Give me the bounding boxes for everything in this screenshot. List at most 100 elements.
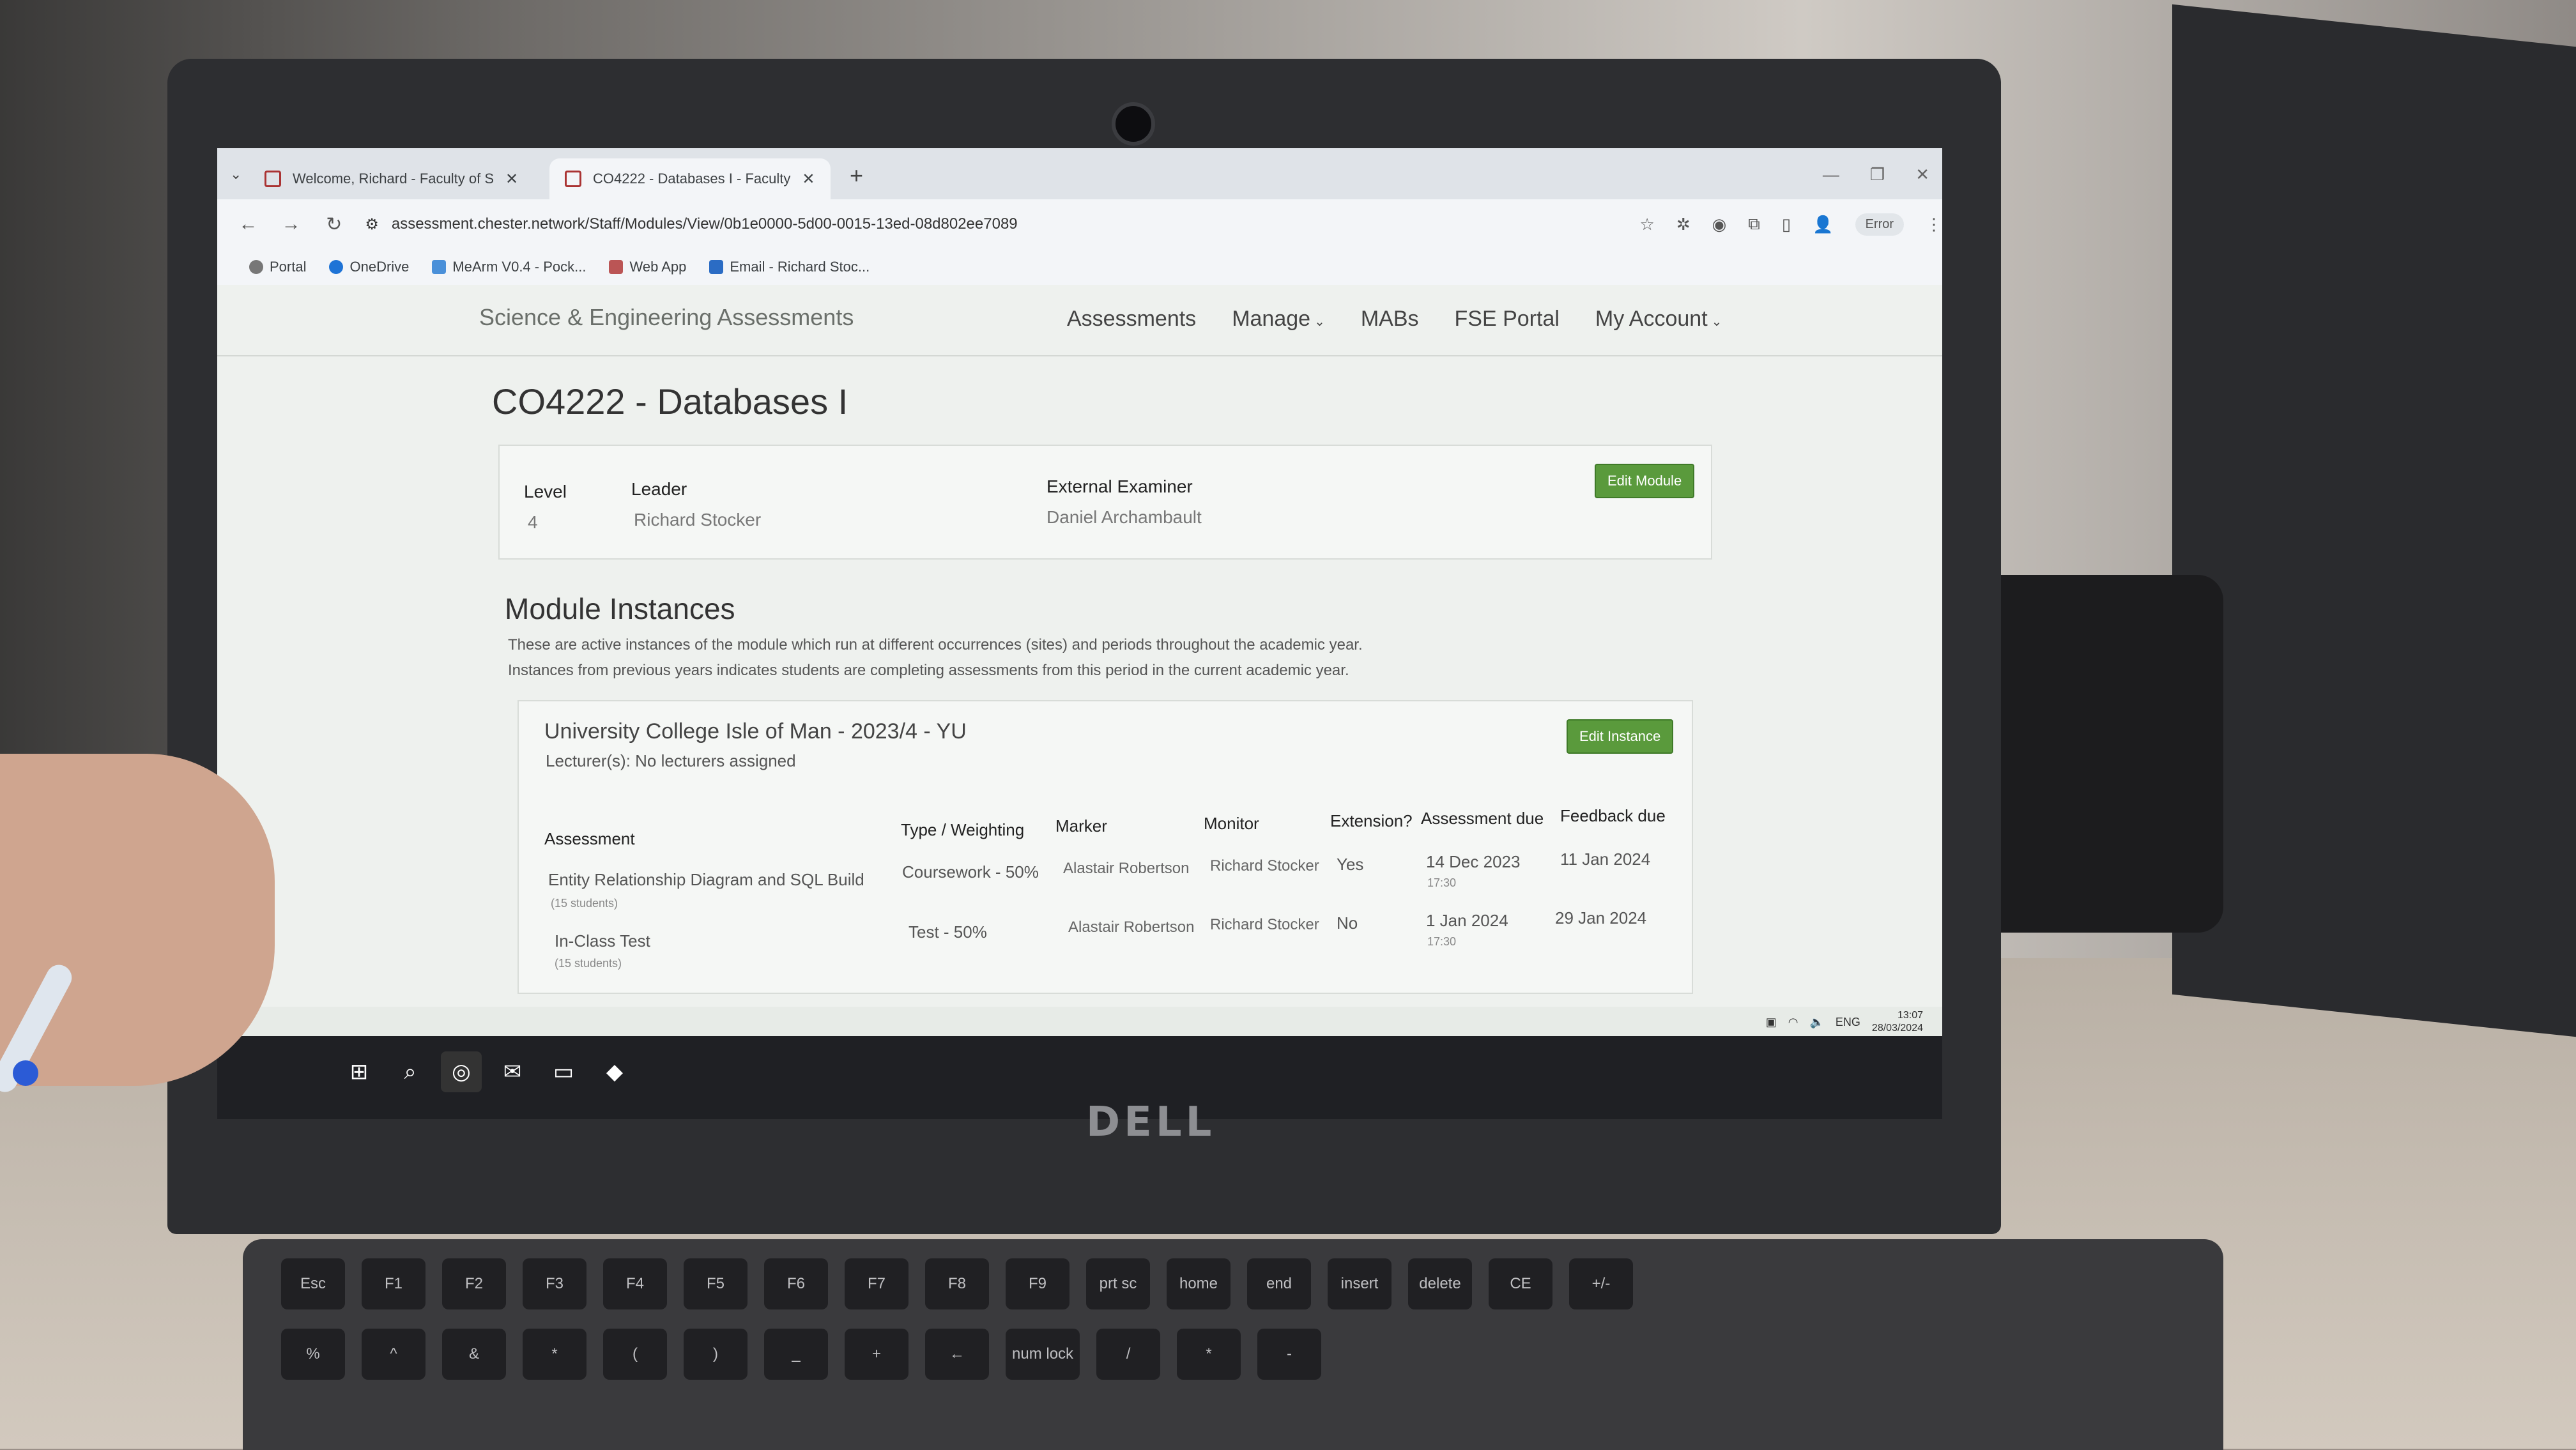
close-tab-icon[interactable]: ✕	[802, 170, 815, 188]
clock-date: 28/03/2024	[1871, 1023, 1923, 1034]
bookmark-webapp[interactable]: Web App	[609, 259, 686, 275]
bookmark-star-icon[interactable]: ☆	[1640, 215, 1655, 234]
profile-icon[interactable]: 👤	[1813, 215, 1833, 234]
keyboard-key: F6	[764, 1258, 828, 1309]
level-value: 4	[528, 512, 538, 532]
adjacent-laptop	[2172, 4, 2576, 1037]
tab-title: Welcome, Richard - Faculty of S	[293, 171, 494, 187]
marker-name: Alastair Robertson	[1063, 860, 1190, 877]
minimize-icon[interactable]: —	[1823, 165, 1839, 185]
bookmark-mearm[interactable]: MeArm V0.4 - Pock...	[432, 259, 586, 275]
site-favicon-icon	[565, 171, 581, 187]
type-weighting: Test - 50%	[908, 922, 987, 942]
forward-icon[interactable]: →	[279, 213, 303, 235]
keyboard-key: insert	[1328, 1258, 1392, 1309]
tab-welcome[interactable]: Welcome, Richard - Faculty of S ✕	[249, 158, 537, 199]
wifi-icon[interactable]: ◠	[1788, 1016, 1798, 1029]
doc-icon	[432, 260, 447, 274]
col-assessment: Assessment	[544, 829, 635, 848]
tab-list-chevron-icon[interactable]: ⌄	[230, 166, 241, 183]
assessment-due-time: 17:30	[1427, 935, 1457, 948]
keyboard-key: )	[684, 1329, 747, 1380]
marker-name: Alastair Robertson	[1068, 919, 1195, 936]
keyboard-key: num lock	[1006, 1329, 1080, 1380]
keyboard-key: prt sc	[1086, 1258, 1150, 1309]
url-text: assessment.chester.network/Staff/Modules…	[391, 215, 1018, 233]
pen-cap	[13, 1060, 38, 1086]
extensions-puzzle-icon[interactable]: ⧉	[1748, 214, 1760, 234]
extension-value: Yes	[1337, 855, 1364, 874]
extension-badge-icon[interactable]: ◉	[1712, 215, 1727, 234]
bookmark-onedrive[interactable]: OneDrive	[329, 259, 409, 275]
clock[interactable]: 13:07 28/03/2024	[1872, 1009, 1923, 1035]
windows-taskbar: ⊞ ⌕ ◎ ✉ ▭ ◆	[217, 1036, 1942, 1119]
app-icon	[609, 260, 624, 274]
site-info-icon[interactable]: ⚙	[365, 215, 379, 234]
site-header: Science & Engineering Assessments Assess…	[217, 285, 1942, 356]
clock-time: 13:07	[1897, 1010, 1923, 1021]
tab-module[interactable]: CO4222 - Databases I - Faculty ✕	[549, 158, 831, 199]
close-window-icon[interactable]: ✕	[1915, 165, 1929, 185]
assessment-name[interactable]: Entity Relationship Diagram and SQL Buil…	[548, 870, 864, 890]
keyboard-key: F9	[1006, 1258, 1070, 1309]
instance-title: University College Isle of Man - 2023/4 …	[544, 719, 967, 744]
bookmark-portal[interactable]: Portal	[249, 259, 306, 275]
level-label: Level	[524, 482, 567, 501]
nav-mabs[interactable]: MABs	[1361, 307, 1419, 332]
student-count: (15 students)	[555, 957, 622, 970]
instances-description-2: Instances from previous years indicates …	[508, 662, 1349, 679]
col-assessment-due: Assessment due	[1421, 809, 1544, 828]
toolbar-icons: ☆ ✲ ◉ ⧉ ▯ 👤 Error ⋮	[1640, 213, 1942, 236]
mail-icon[interactable]: ✉	[492, 1051, 533, 1092]
globe-icon	[249, 260, 263, 274]
volume-icon[interactable]: 🔈	[1809, 1016, 1823, 1029]
back-icon[interactable]: ←	[236, 213, 260, 235]
webcam	[1112, 102, 1155, 146]
nav-label: My Account	[1595, 307, 1708, 331]
keyboard-key: F2	[442, 1258, 506, 1309]
col-type: Type / Weighting	[901, 820, 1025, 839]
language-indicator[interactable]: ENG	[1836, 1016, 1860, 1029]
teams-icon[interactable]: ▣	[1766, 1016, 1777, 1029]
chevron-down-icon: ⌄	[1711, 315, 1722, 329]
reload-icon[interactable]: ↻	[322, 213, 346, 236]
bookmark-email[interactable]: Email - Richard Stoc...	[709, 259, 870, 275]
nav-assessments[interactable]: Assessments	[1067, 307, 1196, 332]
edit-module-button[interactable]: Edit Module	[1595, 464, 1695, 498]
assessment-name[interactable]: In-Class Test	[555, 931, 650, 951]
error-indicator[interactable]: Error	[1855, 213, 1905, 236]
keyboard-key: home	[1167, 1258, 1230, 1309]
file-explorer-icon[interactable]: ▭	[543, 1051, 584, 1092]
menu-kebab-icon[interactable]: ⋮	[1926, 215, 1942, 234]
extension-gear-icon[interactable]: ✲	[1676, 215, 1690, 234]
side-panel-icon[interactable]: ▯	[1782, 215, 1791, 234]
edit-instance-button[interactable]: Edit Instance	[1567, 719, 1674, 754]
col-marker: Marker	[1055, 816, 1107, 836]
nav-my-account[interactable]: My Account ⌄	[1595, 307, 1722, 332]
search-icon[interactable]: ⌕	[390, 1051, 431, 1092]
address-bar[interactable]: ⚙ assessment.chester.network/Staff/Modul…	[365, 208, 1551, 241]
teams-app-icon[interactable]: ◆	[594, 1051, 635, 1092]
feedback-due-date: 11 Jan 2024	[1560, 850, 1651, 869]
type-weighting: Coursework - 50%	[902, 862, 1039, 881]
leader-link[interactable]: Richard Stocker	[634, 510, 761, 530]
keyboard-key: F1	[362, 1258, 425, 1309]
nav-manage[interactable]: Manage ⌄	[1232, 307, 1325, 332]
close-tab-icon[interactable]: ✕	[505, 170, 518, 188]
keyboard-key: %	[281, 1329, 345, 1380]
keyboard-key: Esc	[281, 1258, 345, 1309]
keyboard-key: (	[603, 1329, 667, 1380]
browser-toolbar: ← → ↻ ⚙ assessment.chester.network/Staff…	[217, 199, 1942, 249]
extension-value: No	[1337, 913, 1358, 933]
new-tab-plus-icon[interactable]: +	[850, 162, 863, 189]
assessment-due-date: 1 Jan 2024	[1426, 911, 1508, 930]
laptop-screen: ⌄ Welcome, Richard - Faculty of S ✕ CO42…	[217, 148, 1942, 1119]
keyboard-key: +/-	[1569, 1258, 1633, 1309]
restore-icon[interactable]: ❐	[1870, 165, 1885, 185]
keyboard-key: delete	[1408, 1258, 1472, 1309]
chrome-icon[interactable]: ◎	[441, 1051, 482, 1092]
windows-start-icon[interactable]: ⊞	[339, 1051, 379, 1092]
keyboard-key: F3	[523, 1258, 586, 1309]
nav-fse-portal[interactable]: FSE Portal	[1455, 307, 1560, 332]
site-brand[interactable]: Science & Engineering Assessments	[479, 304, 854, 331]
